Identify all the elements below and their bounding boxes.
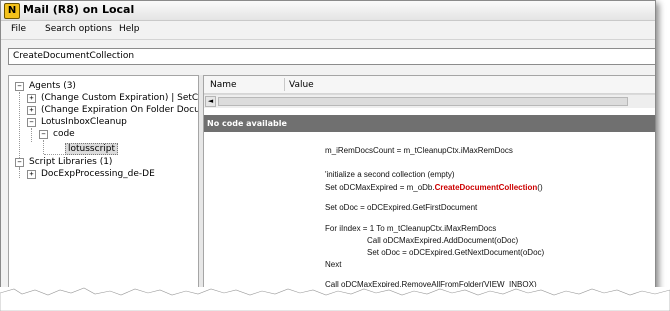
scroll-left-arrow-icon[interactable]: ◄ xyxy=(205,96,216,107)
column-header-name[interactable]: Name xyxy=(210,80,237,90)
code-line: Call oDCMaxExpired.AddDocument(oDoc) xyxy=(367,236,519,245)
tree-node-label: Script Libraries (1) xyxy=(29,157,113,167)
menu-bar: File Search options Help xyxy=(1,21,655,40)
tree-node-agent-lotus-inbox-cleanup[interactable]: − LotusInboxCleanup xyxy=(27,116,127,128)
notes-app-icon: N xyxy=(4,3,20,19)
code-line: Set oDoc = oDCExpired.GetNextDocument(oD… xyxy=(367,248,545,257)
design-tree: − Agents (3) + (Change Custom Expiration) … xyxy=(8,75,199,299)
torn-edge-decoration xyxy=(0,287,670,311)
code-text: () xyxy=(537,183,543,192)
code-line: Set oDCMaxExpired = m_oDb.CreateDocument… xyxy=(325,183,543,192)
search-input[interactable]: CreateDocumentCollection xyxy=(8,48,655,65)
tree-node-agent-folder-expiration[interactable]: + (Change Expiration On Folder Docume xyxy=(27,104,199,116)
tree-node-label: (Change Expiration On Folder Docume xyxy=(41,105,199,115)
scrollbar-thumb[interactable] xyxy=(218,97,628,106)
tree-connector xyxy=(43,140,44,154)
code-view[interactable]: m_iRemDocsCount = m_tCleanupCtx.iMaxRemD… xyxy=(204,132,655,299)
expand-icon[interactable]: + xyxy=(27,169,36,179)
code-status-banner: No code available xyxy=(204,115,655,132)
code-line: 'initialize a second collection (empty) xyxy=(325,170,455,179)
collapse-icon[interactable]: − xyxy=(27,117,36,127)
tree-node-code[interactable]: − code xyxy=(39,128,75,140)
expand-icon[interactable]: + xyxy=(27,93,36,103)
tree-node-lotusscript[interactable]: lotusscript xyxy=(65,143,119,155)
tree-node-agent-custom-expiration[interactable]: + (Change Custom Expiration) | SetCus xyxy=(27,92,199,104)
column-header-value[interactable]: Value xyxy=(289,80,314,90)
menu-file[interactable]: File xyxy=(11,24,26,34)
code-line: Set oDoc = oDCExpired.GetFirstDocument xyxy=(325,203,478,212)
tree-node-label: DocExpProcessing_de-DE xyxy=(41,169,155,179)
search-match-highlight: CreateDocumentCollection xyxy=(434,183,538,192)
column-divider[interactable] xyxy=(284,78,285,91)
code-text: Set oDCMaxExpired = m_oDb. xyxy=(325,183,435,192)
window-title: Mail (R8) on Local xyxy=(23,3,135,16)
code-line: For iIndex = 1 To m_tCleanupCtx.iMaxRemD… xyxy=(325,224,497,233)
menu-search-options[interactable]: Search options xyxy=(45,24,112,34)
code-line: Next xyxy=(325,260,342,269)
tree-node-agents[interactable]: − Agents (3) xyxy=(15,80,76,92)
properties-header: Name Value xyxy=(204,76,655,94)
tree-node-library-docexpprocessing[interactable]: + DocExpProcessing_de-DE xyxy=(27,168,155,180)
properties-list xyxy=(204,108,655,115)
tree-node-label: code xyxy=(53,129,75,139)
title-bar[interactable]: N Mail (R8) on Local xyxy=(1,1,655,21)
collapse-icon[interactable]: − xyxy=(15,81,24,91)
collapse-icon[interactable]: − xyxy=(15,157,24,167)
menu-help[interactable]: Help xyxy=(119,24,140,34)
horizontal-scrollbar[interactable]: ◄ xyxy=(204,94,655,109)
tree-node-label: lotusscript xyxy=(65,143,119,155)
code-line: m_iRemDocsCount = m_tCleanupCtx.iMaxRemD… xyxy=(325,146,513,155)
tree-connector xyxy=(19,168,20,178)
collapse-icon[interactable]: − xyxy=(39,129,48,139)
tree-node-label: Agents (3) xyxy=(29,81,76,91)
main-window: N Mail (R8) on Local File Search options… xyxy=(0,0,656,300)
tree-node-script-libraries[interactable]: − Script Libraries (1) xyxy=(15,156,112,168)
tree-connector xyxy=(44,154,64,155)
tree-connector xyxy=(31,128,32,142)
tree-node-label: (Change Custom Expiration) | SetCus xyxy=(41,93,199,103)
detail-pane: Name Value ◄ No code available m_iRemDoc… xyxy=(203,75,655,299)
tree-node-label: LotusInboxCleanup xyxy=(41,117,127,127)
expand-icon[interactable]: + xyxy=(27,105,36,115)
